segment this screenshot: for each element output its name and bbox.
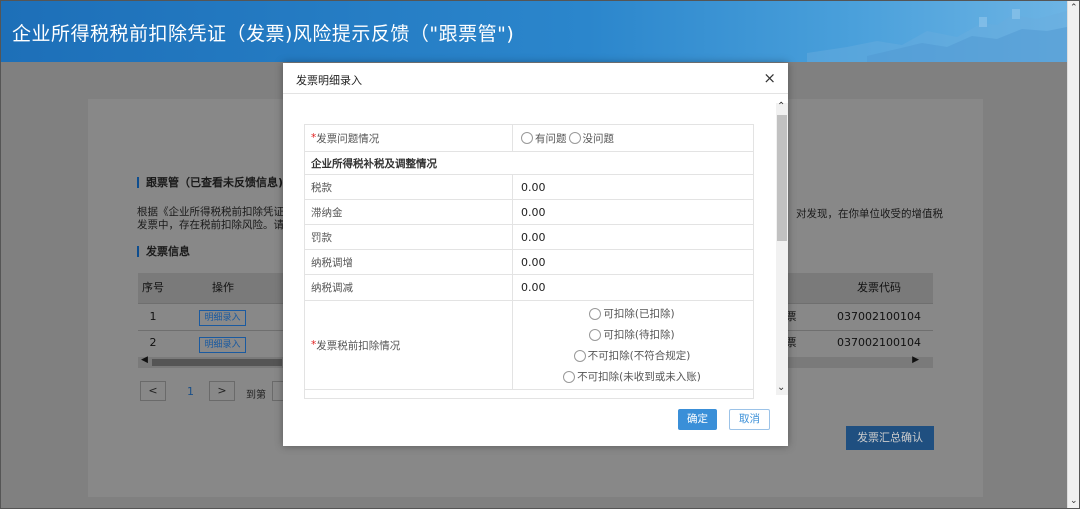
fine-value-field[interactable]: 0.00 [513, 225, 753, 249]
radio-no-issue[interactable]: 没问题 [568, 131, 614, 146]
col-header-code: 发票代码 [857, 281, 901, 294]
radio-circle-icon[interactable] [573, 349, 586, 362]
radio-nondeductible-noncompliant[interactable]: 不可扣除(不符合规定) [573, 348, 690, 363]
page-title: 企业所得税税前扣除凭证（发票)风险提示反馈（"跟票管") [12, 23, 515, 45]
page-vertical-scrollbar[interactable]: ⌃ ⌄ [1067, 1, 1079, 508]
fine-label: 罚款 [305, 225, 513, 249]
row-2-code: 037002100104 [837, 336, 921, 349]
deduction-label: * 发票税前扣除情况 [305, 301, 513, 389]
col-header-op: 操作 [212, 281, 234, 294]
form-row-increase: 纳税调增 0.00 [305, 250, 753, 275]
page-header: 企业所得税税前扣除凭证（发票)风险提示反馈（"跟票管") [1, 1, 1067, 62]
notice-paragraph-right: 对发现，在你单位收受的增值税 [796, 208, 943, 220]
tax-adjust-subheader: 企业所得税补税及调整情况 [311, 157, 437, 170]
invoice-summary-confirm-button[interactable]: 发票汇总确认 [846, 426, 934, 450]
scroll-up-icon[interactable]: ⌃ [777, 101, 785, 112]
radio-nondeductible-not-received[interactable]: 不可扣除(未收到或未入账) [563, 369, 701, 384]
col-header-seq: 序号 [142, 281, 164, 294]
radio-circle-icon[interactable] [521, 132, 533, 144]
tax-label: 税款 [305, 175, 513, 199]
pager-prev-button[interactable]: < [140, 381, 166, 401]
form-row-decrease: 纳税调减 0.00 [305, 275, 753, 301]
deduction-options: 可扣除(已扣除) 可扣除(待扣除) 不可扣除(不符合规定) 不可扣除(未收到或未… [513, 301, 753, 389]
invoice-detail-modal: 发票明细录入 × * 发票问题情况 有问题 没问题 企业所得税补税及调整情况 税款… [283, 63, 788, 446]
form-row-issue: * 发票问题情况 有问题 没问题 [305, 125, 753, 152]
form-subheader-row: 企业所得税补税及调整情况 [305, 152, 753, 175]
decrease-value-field[interactable]: 0.00 [513, 275, 753, 300]
modal-divider [283, 93, 788, 94]
detail-form: * 发票问题情况 有问题 没问题 企业所得税补税及调整情况 税款 0.00 滞纳金… [304, 124, 754, 399]
form-row-tax: 税款 0.00 [305, 175, 753, 200]
close-icon[interactable]: × [763, 69, 776, 87]
browser-viewport: 企业所得税税前扣除凭证（发票)风险提示反馈（"跟票管") 跟票管（已查看未反馈信… [0, 0, 1080, 509]
tax-value-field[interactable]: 0.00 [513, 175, 753, 199]
pager-goto-label: 到第 [246, 390, 266, 401]
row-1-detail-entry-button[interactable]: 明细录入 [199, 310, 246, 326]
radio-circle-icon[interactable] [563, 370, 576, 383]
cancel-button[interactable]: 取消 [729, 409, 770, 430]
issue-label: * 发票问题情况 [305, 125, 513, 151]
scroll-right-icon[interactable]: ▶ [912, 355, 919, 365]
section-title-invoice: 发票信息 [137, 246, 190, 257]
pager-next-button[interactable]: > [209, 381, 235, 401]
late-fee-label: 滞纳金 [305, 200, 513, 224]
decrease-label: 纳税调减 [305, 275, 513, 300]
late-fee-value-field[interactable]: 0.00 [513, 200, 753, 224]
section-title-pending: 跟票管（已查看未反馈信息) [137, 177, 283, 188]
form-row-late-fee: 滞纳金 0.00 [305, 200, 753, 225]
row-2-detail-entry-button[interactable]: 明细录入 [199, 337, 246, 353]
scrollbar-thumb[interactable] [777, 115, 787, 241]
scroll-down-icon[interactable]: ⌄ [1070, 496, 1078, 506]
modal-title: 发票明细录入 [296, 74, 362, 87]
increase-value-field[interactable]: 0.00 [513, 250, 753, 274]
radio-circle-icon[interactable] [589, 328, 602, 341]
issue-options: 有问题 没问题 [513, 125, 753, 151]
row-1-seq: 1 [149, 310, 157, 323]
scroll-up-icon[interactable]: ⌃ [1070, 3, 1078, 13]
row-2-seq: 2 [149, 336, 157, 349]
increase-label: 纳税调增 [305, 250, 513, 274]
modal-vertical-scrollbar[interactable]: ⌃ ⌄ [776, 101, 788, 395]
form-row-deduction: * 发票税前扣除情况 可扣除(已扣除) 可扣除(待扣除) 不可扣除(不符合规定) … [305, 301, 753, 390]
radio-deductible-done[interactable]: 可扣除(已扣除) [589, 306, 675, 321]
scroll-left-icon[interactable]: ◀ [141, 355, 148, 365]
radio-circle-icon[interactable] [589, 307, 602, 320]
radio-has-issue[interactable]: 有问题 [521, 131, 567, 146]
form-row-fine: 罚款 0.00 [305, 225, 753, 250]
radio-deductible-pending[interactable]: 可扣除(待扣除) [589, 327, 675, 342]
radio-circle-icon[interactable] [568, 132, 581, 144]
great-wall-decoration [807, 9, 1067, 62]
form-row-next-partial [305, 390, 753, 398]
row-1-code: 037002100104 [837, 310, 921, 323]
pager-current-page[interactable]: 1 [187, 385, 194, 398]
scrollbar-thumb[interactable] [152, 359, 282, 366]
scroll-down-icon[interactable]: ⌄ [777, 382, 785, 393]
confirm-button[interactable]: 确定 [678, 409, 717, 430]
